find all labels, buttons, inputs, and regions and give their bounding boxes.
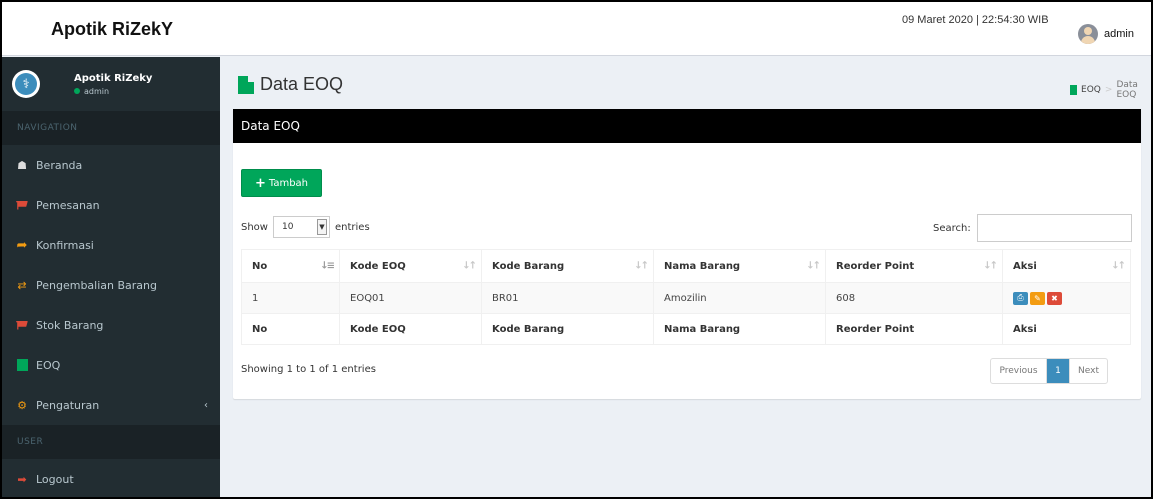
- search-control: Search:: [933, 214, 1132, 242]
- footer-header-nama-barang: Nama Barang: [653, 313, 826, 345]
- footer-header-no: No: [241, 313, 340, 345]
- footer-header-reorder-point: Reorder Point: [825, 313, 1003, 345]
- logout-icon: ➡: [17, 472, 27, 486]
- plus-icon: +: [254, 175, 266, 191]
- footer-header-aksi: Aksi: [1002, 313, 1131, 345]
- delete-button[interactable]: ✖: [1047, 291, 1062, 305]
- cart-icon: [16, 319, 28, 331]
- sidebar-item-label: Stok Barang: [36, 318, 104, 332]
- sort-icon: ↓↑: [983, 260, 998, 272]
- sort-icon: ↓↑: [1111, 260, 1126, 272]
- table-info: Showing 1 to 1 of 1 entries: [241, 364, 376, 375]
- add-button[interactable]: + Tambah: [241, 169, 322, 197]
- column-header-kode-eoq[interactable]: Kode EOQ ↓↑: [339, 249, 482, 283]
- cell-kode-eoq: EOQ01: [339, 282, 482, 314]
- sidebar-user-name: Apotik RiZeky: [74, 72, 153, 84]
- sidebar-item-konfirmasi[interactable]: ➦ Konfirmasi: [2, 225, 220, 265]
- sidebar-item-label: EOQ: [36, 358, 61, 372]
- sidebar-item-beranda[interactable]: ☗ Beranda: [2, 145, 220, 185]
- breadcrumb-current: Data EOQ: [1116, 80, 1138, 100]
- exchange-icon: ⇄: [17, 278, 27, 292]
- sidebar-item-label: Pengembalian Barang: [36, 278, 157, 292]
- home-icon: ☗: [17, 158, 27, 172]
- file-icon: [1070, 85, 1078, 95]
- column-header-reorder-point[interactable]: Reorder Point ↓↑: [825, 249, 1003, 283]
- brand-title[interactable]: Apotik RiZekY: [2, 2, 222, 56]
- column-header-aksi[interactable]: Aksi ↓↑: [1002, 249, 1131, 283]
- cell-actions: ⎙ ✎ ✖: [1002, 282, 1131, 314]
- search-label: Search:: [933, 222, 971, 234]
- sidebar-item-pemesanan[interactable]: Pemesanan: [2, 185, 220, 225]
- cart-icon: [16, 199, 28, 211]
- sidebar-item-pengembalian-barang[interactable]: ⇄ Pengembalian Barang: [2, 265, 220, 305]
- user-avatar-icon[interactable]: [1078, 24, 1098, 44]
- sort-asc-icon: ↓≡: [320, 260, 335, 272]
- chevron-left-icon: ‹: [204, 399, 208, 411]
- datetime-text: 09 Maret 2020 | 22:54:30 WIB: [902, 14, 1049, 26]
- share-icon: ➦: [16, 237, 28, 253]
- column-header-nama-barang[interactable]: Nama Barang ↓↑: [653, 249, 826, 283]
- dropdown-arrow-icon: ▼: [316, 219, 327, 235]
- app-frame: Apotik RiZekY 09 Maret 2020 | 22:54:30 W…: [0, 0, 1153, 499]
- sidebar-item-logout[interactable]: ➡ Logout: [2, 459, 220, 497]
- next-button[interactable]: Next: [1070, 359, 1107, 383]
- sidebar-item-label: Beranda: [36, 158, 83, 172]
- entries-length-control: Show 10 ▼ entries: [241, 216, 370, 238]
- page-1-button[interactable]: 1: [1047, 359, 1070, 383]
- column-header-no[interactable]: No ↓≡: [241, 249, 340, 283]
- table-row: 1 EOQ01 BR01 Amozilin 608 ⎙ ✎ ✖: [241, 282, 1131, 314]
- sidebar: ⚕ Apotik RiZeky admin NAVIGATION ☗ Beran…: [2, 57, 220, 497]
- user-menu[interactable]: admin: [1078, 24, 1134, 44]
- data-box: Data EOQ + Tambah Show 10 ▼ entries Sear…: [233, 109, 1141, 399]
- file-icon: [16, 359, 28, 371]
- sidebar-item-eoq[interactable]: EOQ: [2, 345, 220, 385]
- sidebar-item-pengaturan[interactable]: ⚙ Pengaturan ‹: [2, 385, 220, 425]
- previous-button[interactable]: Previous: [991, 359, 1047, 383]
- entries-select[interactable]: 10 ▼: [272, 216, 330, 238]
- sidebar-item-stok-barang[interactable]: Stok Barang: [2, 305, 220, 345]
- sort-icon: ↓↑: [806, 260, 821, 272]
- user-header: USER: [2, 425, 220, 459]
- sidebar-user-panel: ⚕ Apotik RiZeky admin: [2, 57, 220, 111]
- pharmacy-logo-icon: ⚕: [12, 70, 40, 98]
- sort-icon: ↓↑: [462, 260, 477, 272]
- cell-kode-barang: BR01: [481, 282, 654, 314]
- cell-reorder-point: 608: [825, 282, 1003, 314]
- cell-no: 1: [241, 282, 340, 314]
- sort-icon: ↓↑: [634, 260, 649, 272]
- column-header-kode-barang[interactable]: Kode Barang ↓↑: [481, 249, 654, 283]
- search-input[interactable]: [976, 214, 1132, 242]
- page-title: Data EOQ: [238, 74, 343, 95]
- pagination: Previous 1 Next: [990, 358, 1108, 384]
- sidebar-user-status: admin: [74, 87, 152, 96]
- eoq-table: No ↓≡ Kode EOQ ↓↑ Kode Barang ↓↑ Nama Baran…: [241, 249, 1131, 345]
- sidebar-item-label: Pengaturan: [36, 398, 100, 412]
- nav-header: NAVIGATION: [2, 111, 220, 145]
- edit-button[interactable]: ✎: [1030, 291, 1045, 305]
- breadcrumb-link[interactable]: EOQ: [1081, 85, 1101, 95]
- breadcrumb-separator: >: [1104, 85, 1113, 95]
- footer-header-kode-eoq: Kode EOQ: [339, 313, 482, 345]
- user-name[interactable]: admin: [1104, 28, 1134, 40]
- footer-header-kode-barang: Kode Barang: [481, 313, 654, 345]
- sidebar-item-label: Pemesanan: [36, 198, 100, 212]
- cell-nama-barang: Amozilin: [653, 282, 826, 314]
- top-header: Apotik RiZekY 09 Maret 2020 | 22:54:30 W…: [2, 2, 1151, 56]
- file-icon: [238, 75, 254, 94]
- box-title: Data EOQ: [233, 109, 1141, 143]
- online-dot-icon: [74, 88, 80, 94]
- breadcrumb: EOQ > Data EOQ: [1070, 80, 1151, 100]
- sidebar-item-label: Logout: [36, 472, 74, 486]
- print-button[interactable]: ⎙: [1013, 291, 1028, 305]
- sidebar-item-label: Konfirmasi: [36, 238, 94, 252]
- gears-icon: ⚙: [17, 398, 27, 412]
